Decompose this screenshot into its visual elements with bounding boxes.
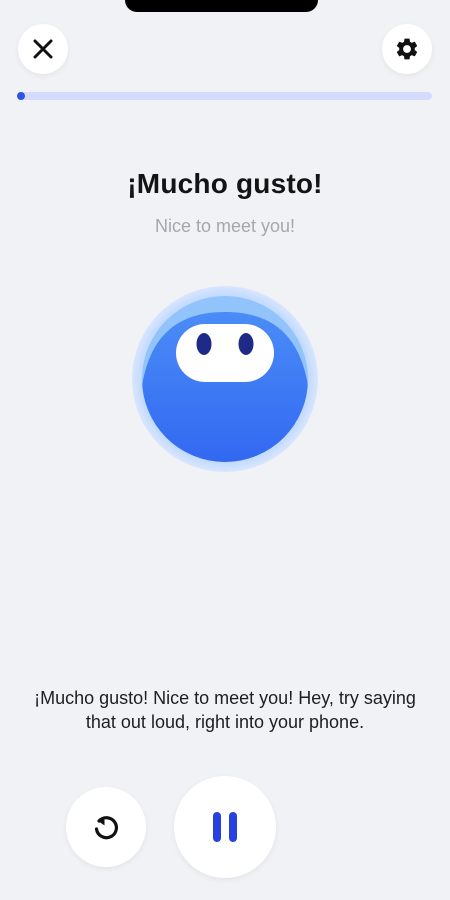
close-button[interactable]: [18, 24, 68, 74]
instruction-caption: ¡Mucho gusto! Nice to meet you! Hey, try…: [34, 688, 416, 732]
phrase-title: ¡Mucho gusto!: [127, 168, 323, 199]
settings-button[interactable]: [382, 24, 432, 74]
blob-character-avatar: [130, 284, 320, 474]
pause-button[interactable]: [174, 776, 276, 878]
replay-icon: [94, 816, 118, 840]
lesson-progress-bar: [17, 92, 432, 100]
replay-button[interactable]: [66, 787, 146, 867]
gear-icon: [396, 38, 418, 60]
pause-icon: [213, 812, 237, 842]
phrase-translation: Nice to meet you!: [154, 216, 296, 236]
lesson-progress-fill: [17, 92, 25, 100]
device-notch: [125, 0, 318, 12]
close-icon: [33, 39, 53, 59]
